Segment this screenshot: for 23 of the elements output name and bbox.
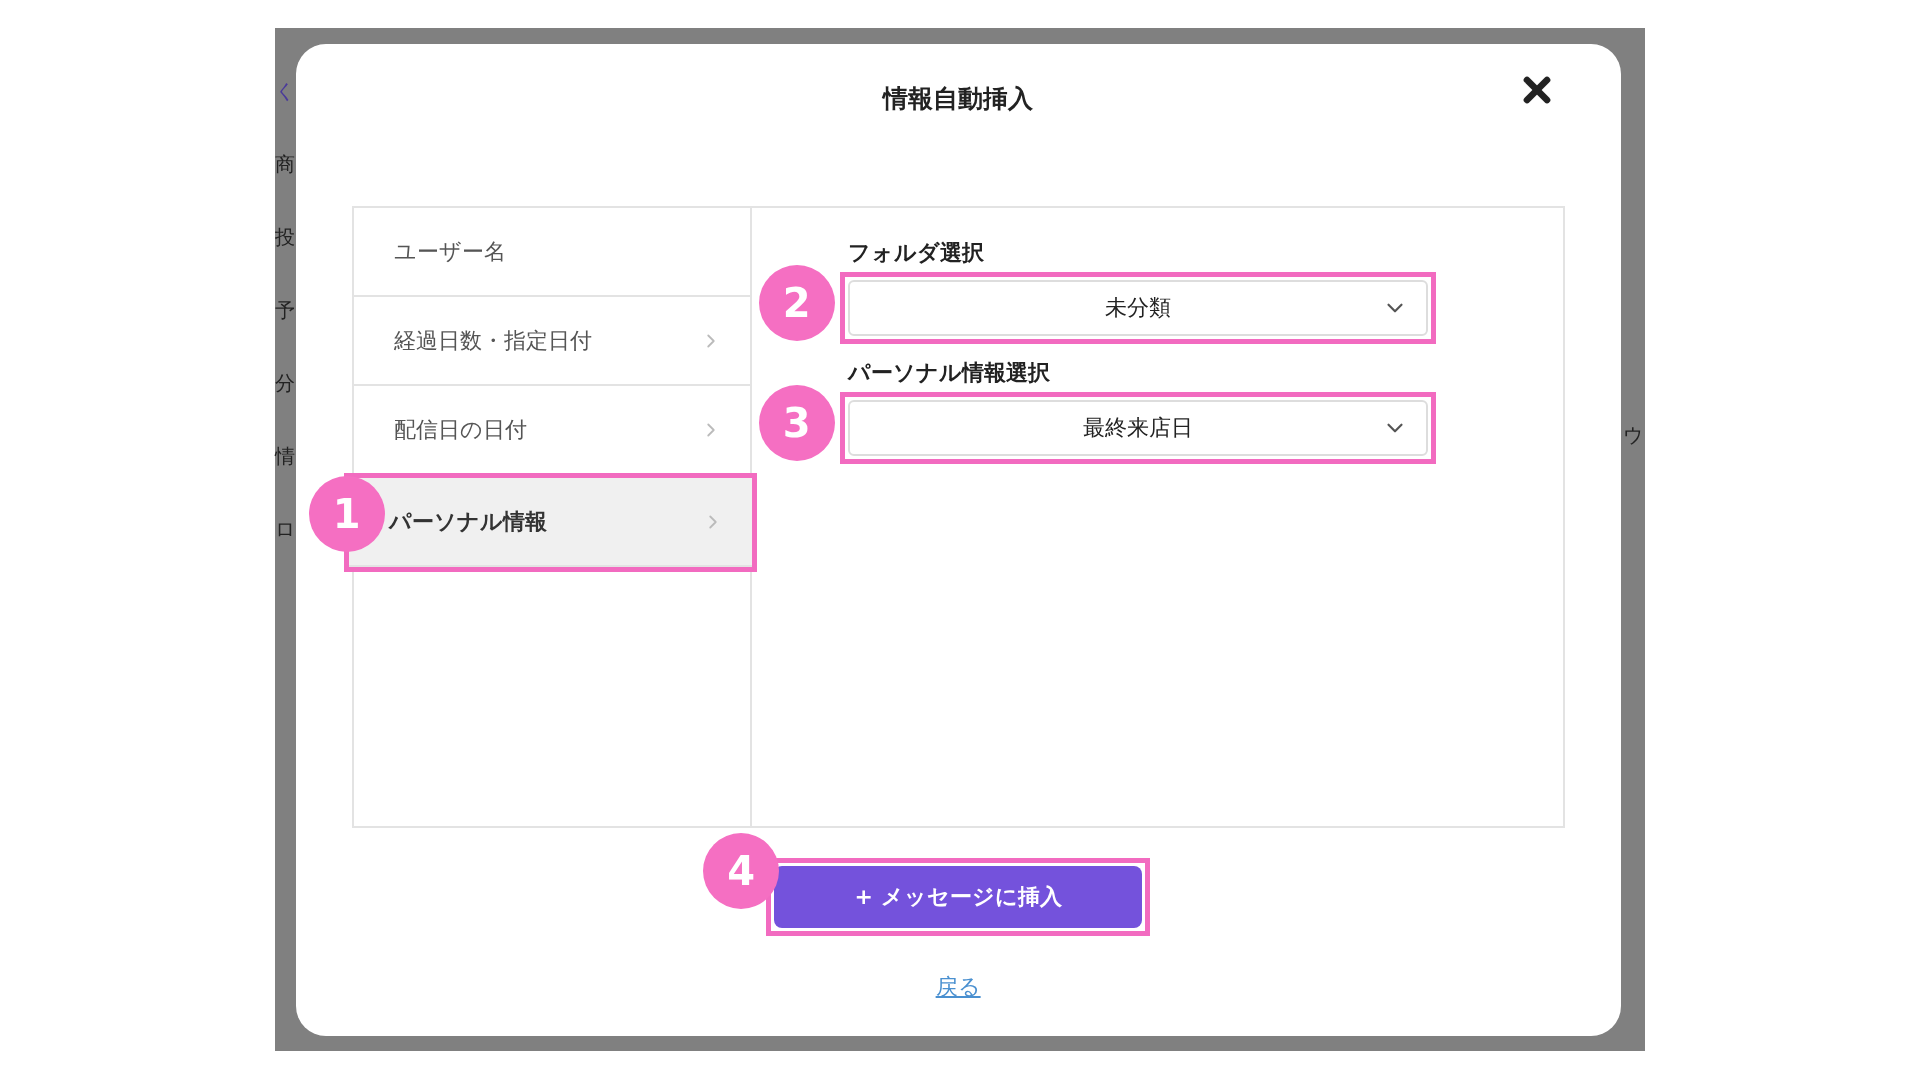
step-badge: 4 xyxy=(703,833,780,909)
menu-item-label: 経過日数・指定日付 xyxy=(393,326,592,355)
background-text: 予 xyxy=(275,299,296,322)
menu-item-label: パーソナル情報 xyxy=(388,507,547,536)
step-badge: 2 xyxy=(758,265,835,341)
background-text: ウ xyxy=(1622,424,1643,447)
background-text: 商 xyxy=(275,153,296,176)
dropdown-select[interactable]: 最終来店日 xyxy=(847,400,1428,456)
background-text: 投 xyxy=(275,226,296,249)
menu-item-label: ユーザー名 xyxy=(393,237,506,266)
background-text: 情 xyxy=(275,445,296,468)
menu-item-label: 配信日の日付 xyxy=(393,415,527,444)
background-text: ロ xyxy=(275,518,296,541)
back-link[interactable]: 戻る xyxy=(935,972,981,1002)
dialog-title: 情報自動挿入 xyxy=(883,83,1034,115)
step-badge: 3 xyxy=(758,385,835,461)
step-badge: 1 xyxy=(308,476,385,552)
field-label: パーソナル情報選択 xyxy=(847,359,1051,387)
background-text: 分 xyxy=(275,372,296,395)
field-label: フォルダ選択 xyxy=(847,239,985,267)
insert-button[interactable]: + メッセージに挿入 xyxy=(774,866,1143,928)
background-text: く xyxy=(275,80,296,103)
dropdown-select[interactable]: 未分類 xyxy=(847,280,1428,336)
